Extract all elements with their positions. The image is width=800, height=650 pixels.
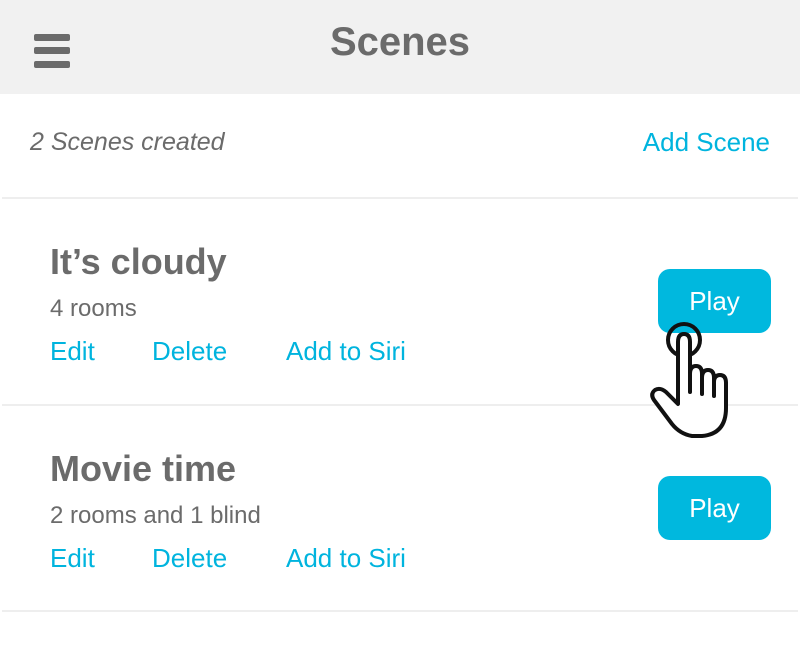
play-button[interactable]: Play: [658, 269, 771, 333]
scene-name: Movie time: [50, 448, 237, 489]
add-to-siri-link[interactable]: Add to Siri: [286, 336, 406, 367]
delete-link[interactable]: Delete: [152, 543, 227, 574]
app-header: Scenes: [0, 0, 800, 94]
scene-item: Movie time 2 rooms and 1 blind Edit Dele…: [0, 406, 800, 612]
scenes-count: 2 Scenes created: [30, 128, 225, 156]
add-to-siri-link[interactable]: Add to Siri: [286, 543, 406, 574]
scene-name: It’s cloudy: [50, 241, 227, 282]
scene-description: 2 rooms and 1 blind: [50, 502, 261, 529]
delete-link[interactable]: Delete: [152, 336, 227, 367]
add-scene-link[interactable]: Add Scene: [643, 127, 770, 158]
edit-link[interactable]: Edit: [50, 543, 95, 574]
divider: [2, 610, 798, 612]
scene-description: 4 rooms: [50, 295, 137, 322]
edit-link[interactable]: Edit: [50, 336, 95, 367]
play-button[interactable]: Play: [658, 476, 771, 540]
scenes-summary: 2 Scenes created Add Scene: [0, 94, 800, 198]
page-title: Scenes: [329, 20, 471, 64]
scene-item: It’s cloudy 4 rooms Edit Delete Add to S…: [0, 199, 800, 405]
